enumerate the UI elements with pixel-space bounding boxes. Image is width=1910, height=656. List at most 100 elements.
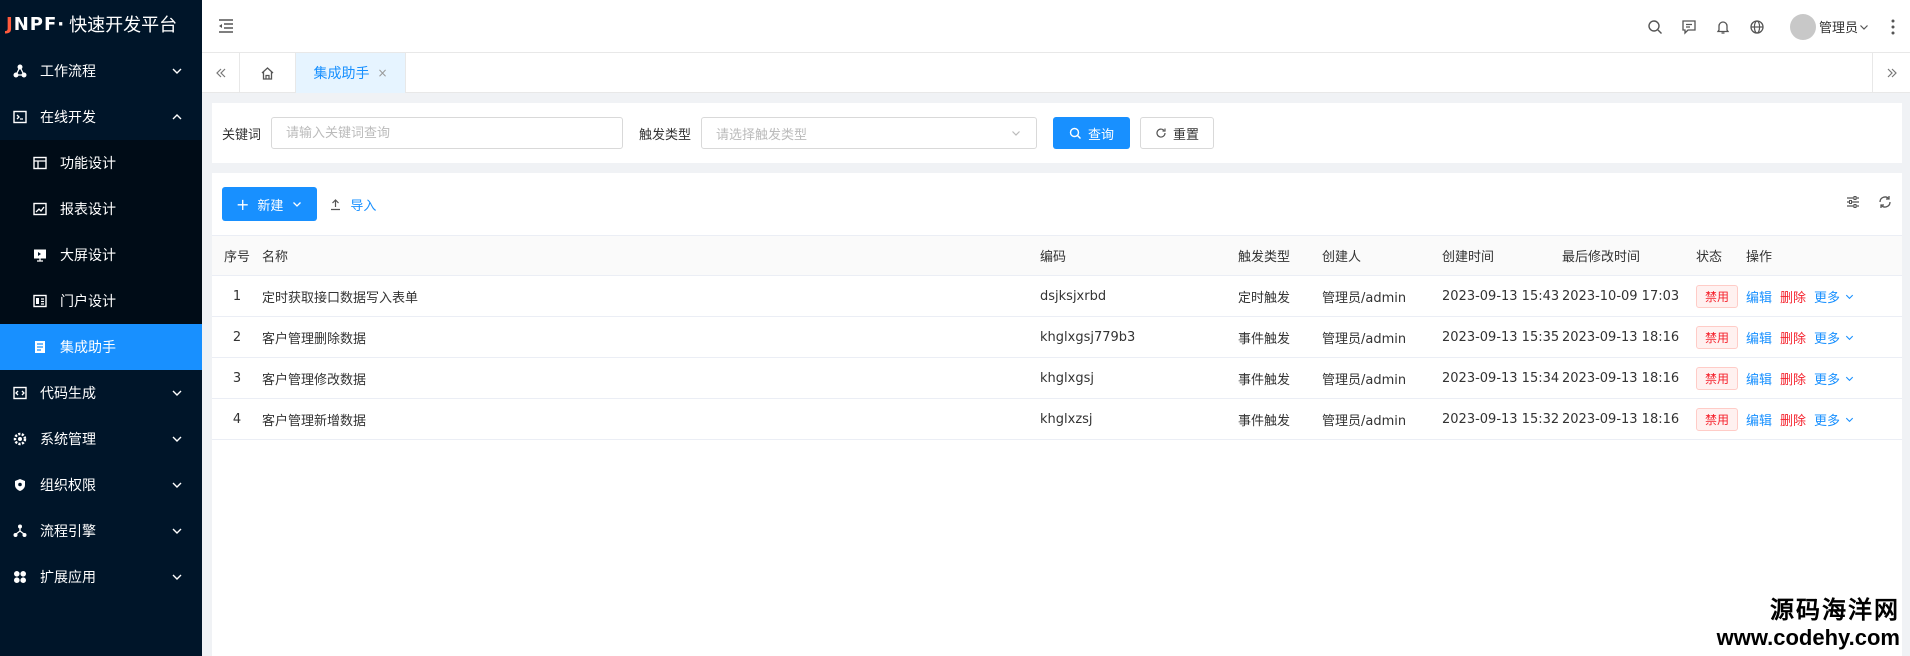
sidebar-item-function-design[interactable]: 功能设计 xyxy=(0,140,202,186)
trigger-type-placeholder: 请选择触发类型 xyxy=(716,127,808,143)
table-row[interactable]: 3 客户管理修改数据 khglxgsj 事件触发 管理员/admin 2023-… xyxy=(212,357,1902,399)
more-dropdown[interactable]: 更多 xyxy=(1814,287,1855,306)
column-settings-icon[interactable] xyxy=(1844,193,1862,211)
tab-integration-assistant[interactable]: 集成助手 × xyxy=(296,53,406,93)
watermark-url: www.codehy.com xyxy=(1716,625,1900,650)
edit-link[interactable]: 编辑 xyxy=(1746,332,1772,347)
row-actions: 编辑 删除 更多 xyxy=(1746,316,1902,358)
more-vertical-icon[interactable] xyxy=(1886,18,1900,36)
row-index: 3 xyxy=(212,357,262,399)
row-actions: 编辑 删除 更多 xyxy=(1746,398,1902,440)
more-dropdown[interactable]: 更多 xyxy=(1814,410,1855,429)
delete-link[interactable]: 删除 xyxy=(1780,332,1806,347)
import-button-label: 导入 xyxy=(350,198,377,214)
table-row[interactable]: 1 定时获取接口数据写入表单 dsjksjxrbd 定时触发 管理员/admin… xyxy=(212,275,1902,317)
tab-scroll-left[interactable] xyxy=(202,53,240,93)
logo-brand: JNPF· xyxy=(6,13,66,35)
table-row[interactable]: 4 客户管理新增数据 khglxzsj 事件触发 管理员/admin 2023-… xyxy=(212,398,1902,440)
sidebar-item-screen-design[interactable]: 大屏设计 xyxy=(0,232,202,278)
chevron-down-icon xyxy=(1012,131,1020,136)
more-label: 更多 xyxy=(1814,290,1841,306)
more-label: 更多 xyxy=(1814,331,1841,347)
row-creator: 管理员/admin xyxy=(1322,357,1442,399)
plus-icon: + xyxy=(236,194,250,214)
trigger-type-select[interactable]: 请选择触发类型 xyxy=(701,117,1038,149)
sidebar-item-process-engine[interactable]: 流程引擎 xyxy=(0,508,202,554)
globe-icon[interactable] xyxy=(1748,18,1766,36)
menu-fold-icon[interactable] xyxy=(216,16,236,36)
chevron-down-icon xyxy=(1845,335,1854,340)
delete-link[interactable]: 删除 xyxy=(1780,373,1806,388)
row-created-time: 2023-09-13 15:34 xyxy=(1442,357,1562,399)
chevron-down-icon xyxy=(1845,294,1854,299)
sidebar-item-label: 扩展应用 xyxy=(40,570,96,586)
table-row[interactable]: 2 客户管理删除数据 khglxgsj779b3 事件触发 管理员/admin … xyxy=(212,316,1902,358)
edit-link[interactable]: 编辑 xyxy=(1746,373,1772,388)
import-button[interactable]: 导入 xyxy=(329,195,376,214)
sidebar-item-workflow[interactable]: 工作流程 xyxy=(0,48,202,94)
row-modified-time: 2023-10-09 17:03 xyxy=(1562,275,1696,317)
refresh-icon[interactable] xyxy=(1876,193,1894,211)
sidebar-item-code-gen[interactable]: 代码生成 xyxy=(0,370,202,416)
close-icon[interactable]: × xyxy=(377,66,387,80)
search-panel: 关键词 触发类型 请选择触发类型 查询 重置 xyxy=(212,103,1902,163)
reset-button[interactable]: 重置 xyxy=(1140,117,1215,149)
delete-link[interactable]: 删除 xyxy=(1780,414,1806,429)
screen-icon xyxy=(32,247,48,263)
edit-link[interactable]: 编辑 xyxy=(1746,414,1772,429)
col-actions: 操作 xyxy=(1746,235,1902,276)
row-created-time: 2023-09-13 15:32 xyxy=(1442,398,1562,440)
top-header: 管理员 xyxy=(202,0,1910,53)
row-code: khglxgsj779b3 xyxy=(1040,316,1238,358)
reset-button-label: 重置 xyxy=(1173,127,1200,143)
search-icon[interactable] xyxy=(1646,18,1664,36)
col-trigger-type: 触发类型 xyxy=(1238,235,1322,276)
bell-icon[interactable] xyxy=(1714,18,1732,36)
sidebar-item-online-dev[interactable]: 在线开发 xyxy=(0,94,202,140)
new-button[interactable]: + 新建 xyxy=(222,187,318,221)
col-creator: 创建人 xyxy=(1322,235,1442,276)
row-name: 定时获取接口数据写入表单 xyxy=(262,275,1040,317)
sidebar-item-portal-design[interactable]: 门户设计 xyxy=(0,278,202,324)
sidebar-item-label: 工作流程 xyxy=(40,64,96,80)
row-name: 客户管理修改数据 xyxy=(262,357,1040,399)
row-trigger-type: 事件触发 xyxy=(1238,357,1322,399)
row-code: dsjksjxrbd xyxy=(1040,275,1238,317)
query-button[interactable]: 查询 xyxy=(1053,117,1131,149)
more-dropdown[interactable]: 更多 xyxy=(1814,369,1855,388)
gear-icon xyxy=(12,431,28,447)
tab-home[interactable] xyxy=(240,53,296,93)
row-status: 禁用 xyxy=(1696,398,1746,440)
sidebar-item-extensions[interactable]: 扩展应用 xyxy=(0,554,202,600)
tab-scroll-right[interactable] xyxy=(1872,53,1910,93)
form-icon xyxy=(32,155,48,171)
chevron-down-icon xyxy=(172,482,182,488)
upload-icon xyxy=(331,198,341,210)
row-actions: 编辑 删除 更多 xyxy=(1746,275,1902,317)
edit-link[interactable]: 编辑 xyxy=(1746,291,1772,306)
col-modified-time: 最后修改时间 xyxy=(1562,235,1696,276)
more-dropdown[interactable]: 更多 xyxy=(1814,328,1855,347)
message-icon[interactable] xyxy=(1680,18,1698,36)
sidebar: JNPF· 快速开发平台 工作流程 在线开发 功能设计 报表设计 大屏设计 门户… xyxy=(0,0,202,656)
submenu-online-dev: 功能设计 报表设计 大屏设计 门户设计 集成助手 xyxy=(0,140,202,370)
tab-bar: 集成助手 × xyxy=(202,53,1910,93)
header-actions: 管理员 xyxy=(1646,0,1910,53)
sidebar-item-integration-assistant[interactable]: 集成助手 xyxy=(0,324,202,370)
sidebar-item-system[interactable]: 系统管理 xyxy=(0,416,202,462)
row-status: 禁用 xyxy=(1696,275,1746,317)
sidebar-item-report-design[interactable]: 报表设计 xyxy=(0,186,202,232)
keyword-input[interactable] xyxy=(271,117,624,149)
more-label: 更多 xyxy=(1814,372,1841,388)
sidebar-item-org-permission[interactable]: 组织权限 xyxy=(0,462,202,508)
row-creator: 管理员/admin xyxy=(1322,316,1442,358)
chevron-down-icon xyxy=(293,202,302,207)
sidebar-item-label: 功能设计 xyxy=(60,156,116,172)
col-status: 状态 xyxy=(1696,235,1746,276)
row-modified-time: 2023-09-13 18:16 xyxy=(1562,398,1696,440)
portal-icon xyxy=(32,293,48,309)
search-icon xyxy=(1069,127,1082,139)
row-index: 1 xyxy=(212,275,262,317)
user-menu[interactable]: 管理员 xyxy=(1789,13,1870,40)
delete-link[interactable]: 删除 xyxy=(1780,291,1806,306)
